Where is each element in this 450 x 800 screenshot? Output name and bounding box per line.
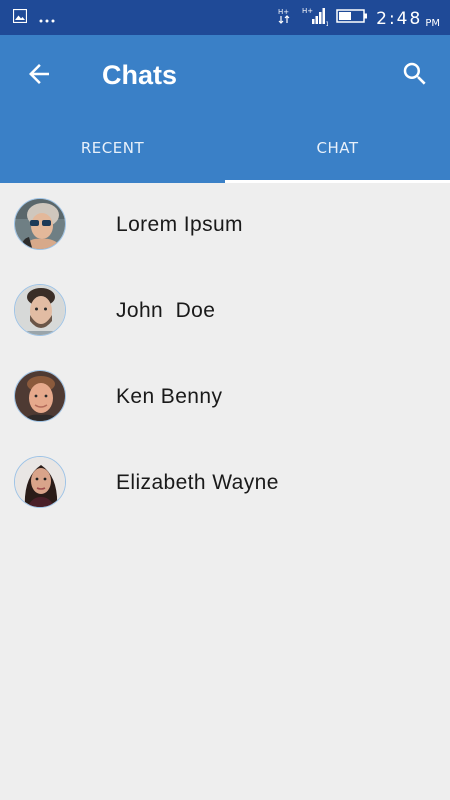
- chat-list-item[interactable]: Lorem Ipsum: [0, 183, 450, 269]
- tab-chat[interactable]: CHAT: [225, 127, 450, 183]
- contact-name: John Doe: [116, 299, 216, 322]
- status-bar-right: H+ H+ 1 2:48 PM: [278, 6, 440, 31]
- svg-text:1: 1: [326, 21, 329, 26]
- tab-recent[interactable]: RECENT: [0, 127, 225, 183]
- battery-icon: [336, 8, 368, 29]
- page-title: Chats: [102, 60, 178, 90]
- search-button[interactable]: [400, 59, 430, 89]
- avatar: [14, 370, 66, 422]
- signal-h-plus-icon: H+: [278, 7, 294, 30]
- avatar: [14, 198, 66, 250]
- contact-name: Elizabeth Wayne: [116, 471, 279, 494]
- avatar: [14, 284, 66, 336]
- contact-name: Ken Benny: [116, 385, 223, 408]
- chat-list-item[interactable]: Ken Benny: [0, 355, 450, 441]
- chat-list: Lorem Ipsum John Doe Ken Benny Elizabeth…: [0, 183, 450, 527]
- chat-list-item[interactable]: John Doe: [0, 269, 450, 355]
- tab-recent-label: RECENT: [80, 139, 145, 157]
- app-bar: Chats RECENT CHAT: [0, 35, 450, 183]
- arrow-back-icon: [29, 64, 49, 84]
- svg-text:H+: H+: [278, 8, 289, 16]
- tab-bar: RECENT CHAT: [0, 127, 450, 183]
- contact-name: Lorem Ipsum: [116, 213, 243, 236]
- status-bar-left: [12, 8, 55, 28]
- back-button[interactable]: [24, 59, 54, 89]
- more-dots-icon: [39, 10, 55, 28]
- clock-ampm: PM: [425, 17, 440, 29]
- search-icon: [403, 62, 426, 85]
- signal-bars-icon: H+ 1: [302, 6, 330, 31]
- status-time: 2:48 PM: [376, 8, 440, 30]
- image-icon: [12, 8, 28, 28]
- status-bar: H+ H+ 1 2:48 PM: [0, 0, 450, 35]
- tab-chat-label: CHAT: [316, 139, 359, 157]
- chat-list-item[interactable]: Elizabeth Wayne: [0, 441, 450, 527]
- clock-time: 2:48: [376, 8, 423, 29]
- svg-text:H+: H+: [302, 7, 313, 15]
- avatar: [14, 456, 66, 508]
